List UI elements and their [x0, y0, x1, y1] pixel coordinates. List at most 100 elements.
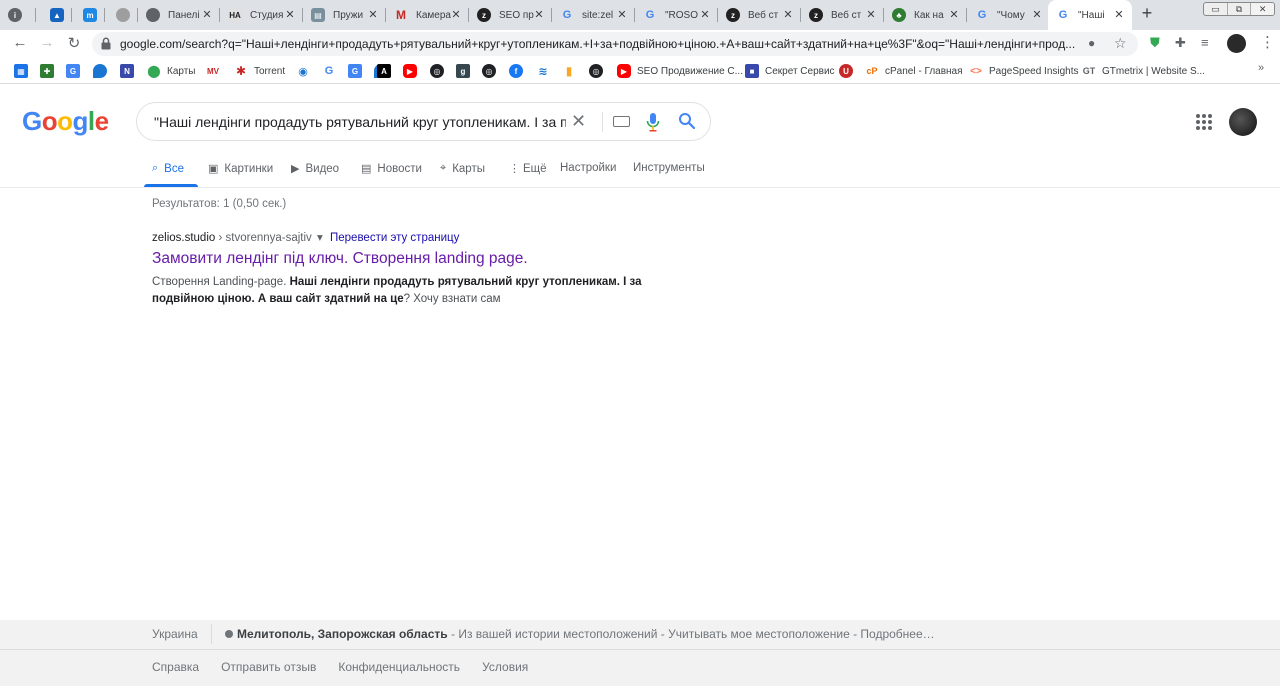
bookmark-item[interactable]: ✚: [40, 63, 54, 79]
google-apps-icon[interactable]: [1196, 114, 1212, 130]
browser-tab[interactable]: z Веб ст ✕: [718, 3, 801, 27]
bookmark-item[interactable]: MV: [206, 63, 220, 79]
close-icon[interactable]: ✕: [698, 8, 712, 21]
footer-location[interactable]: Мелитополь, Запорожская область - Из ваш…: [225, 627, 935, 641]
tab-video[interactable]: ▶ Видео: [291, 162, 339, 176]
bookmark-item[interactable]: f: [509, 63, 523, 79]
bookmark-item[interactable]: ▶: [403, 63, 417, 79]
search-icon[interactable]: [678, 112, 696, 130]
minimize-icon[interactable]: ▭: [1204, 3, 1228, 15]
close-icon[interactable]: ✕: [283, 8, 297, 21]
browser-tab[interactable]: [108, 3, 138, 27]
bookmark-torrent[interactable]: ✱ Torrent: [234, 63, 285, 79]
bookmark-item[interactable]: g: [456, 63, 470, 79]
footer-location-details[interactable]: - Из вашей истории местоположений - Учит…: [448, 627, 935, 641]
bookmark-secret-service[interactable]: ■ Секрет Сервис: [745, 63, 835, 79]
bookmark-item[interactable]: [93, 63, 107, 79]
browser-tab[interactable]: i: [0, 3, 36, 27]
puzzle-extensions-icon[interactable]: ✚: [1175, 35, 1186, 51]
close-icon[interactable]: ✕: [200, 8, 214, 21]
close-icon[interactable]: ✕: [615, 8, 629, 21]
close-icon[interactable]: ✕: [532, 8, 546, 21]
url-text[interactable]: google.com/search?q="Наші+лендінги+прода…: [120, 37, 1082, 51]
keyboard-icon[interactable]: [613, 116, 630, 127]
browser-tab[interactable]: НА Студия ✕: [220, 3, 303, 27]
shield-extension-icon[interactable]: ⛊: [1150, 35, 1160, 51]
tab-tools[interactable]: Инструменты: [633, 162, 705, 174]
restore-icon[interactable]: ⧉: [1228, 3, 1252, 15]
bookmark-item[interactable]: ▮: [562, 63, 576, 79]
close-window-icon[interactable]: ✕: [1251, 3, 1274, 15]
footer-link-privacy[interactable]: Конфиденциальность: [338, 660, 460, 674]
close-icon[interactable]: ✕: [1030, 8, 1044, 21]
close-icon[interactable]: ✕: [1112, 8, 1126, 21]
bookmark-item[interactable]: ▦: [14, 63, 28, 79]
back-button[interactable]: ←: [10, 34, 30, 51]
tab-settings[interactable]: Настройки: [560, 162, 616, 174]
bookmark-seo-youtube[interactable]: ▶ SEO Продвижение С...: [617, 63, 743, 79]
tab-maps[interactable]: ⌖ Карты: [440, 162, 485, 175]
tab-news[interactable]: ▤ Новости: [361, 162, 422, 176]
browser-tab[interactable]: m: [75, 3, 105, 27]
bookmark-item[interactable]: U: [839, 63, 853, 79]
dropdown-icon[interactable]: ▾: [317, 232, 323, 244]
footer-link-feedback[interactable]: Отправить отзыв: [221, 660, 316, 674]
more-bookmarks-icon[interactable]: »: [1258, 62, 1264, 74]
bookmark-item[interactable]: G: [66, 63, 80, 79]
address-bar[interactable]: google.com/search?q="Наші+лендінги+прода…: [92, 32, 1138, 56]
browser-tab[interactable]: ♣ Как на ✕: [884, 3, 967, 27]
close-icon[interactable]: ✕: [449, 8, 463, 21]
bookmark-item[interactable]: N: [120, 63, 134, 79]
media-queue-icon[interactable]: ≡: [1201, 35, 1209, 50]
browser-tab[interactable]: ▲: [42, 3, 72, 27]
browser-tab[interactable]: G site:zel ✕: [552, 3, 635, 27]
browser-tab[interactable]: M Камера ✕: [386, 3, 469, 27]
bookmark-pagespeed[interactable]: <> PageSpeed Insights: [969, 63, 1078, 79]
bookmark-item[interactable]: G: [322, 63, 336, 79]
bookmark-item[interactable]: A: [377, 63, 391, 79]
result-title-link[interactable]: Замовити лендінг під ключ. Створення lan…: [152, 248, 672, 270]
bookmark-item[interactable]: ◉: [296, 63, 310, 79]
a-icon: A: [377, 64, 391, 78]
reload-button[interactable]: ↻: [64, 34, 84, 52]
browser-tab[interactable]: ▤ Пружи ✕: [303, 3, 386, 27]
account-avatar[interactable]: [1229, 108, 1257, 136]
bookmark-item[interactable]: G: [348, 63, 362, 79]
browser-tab[interactable]: z SEO пр ✕: [469, 3, 552, 27]
google-logo[interactable]: Google: [22, 106, 109, 137]
microphone-icon[interactable]: [646, 112, 660, 132]
menu-icon[interactable]: ⋮: [1260, 33, 1275, 51]
browser-tab-active[interactable]: G "Наші ✕: [1048, 0, 1132, 30]
browser-tab[interactable]: Панелі ✕: [138, 3, 220, 27]
tab-all[interactable]: ⌕ Все: [152, 162, 184, 175]
search-input[interactable]: "Наші лендінги продадуть рятувальний кру…: [154, 114, 566, 130]
bookmark-maps[interactable]: ⬤ Карты: [147, 63, 195, 79]
result-domain[interactable]: zelios.studio: [152, 232, 215, 244]
clear-search-icon[interactable]: ✕: [571, 111, 586, 132]
tab-more[interactable]: ⋮ Ещё: [509, 162, 547, 176]
translate-link[interactable]: Перевести эту страницу: [330, 232, 459, 244]
forward-button[interactable]: →: [37, 34, 57, 51]
browser-tab[interactable]: G "ROSO ✕: [635, 3, 718, 27]
chart-icon: ▲: [50, 8, 64, 22]
close-icon[interactable]: ✕: [366, 8, 380, 21]
close-icon[interactable]: ✕: [864, 8, 878, 21]
tab-images[interactable]: ▣ Картинки: [208, 162, 273, 176]
profile-avatar[interactable]: [1227, 34, 1246, 53]
browser-tab[interactable]: G "Чому ✕: [967, 3, 1050, 27]
close-icon[interactable]: ✕: [781, 8, 795, 21]
close-icon[interactable]: ✕: [947, 8, 961, 21]
footer-link-terms[interactable]: Условия: [482, 660, 528, 674]
footer-link-help[interactable]: Справка: [152, 660, 199, 674]
bookmark-cpanel[interactable]: cP cPanel - Главная: [865, 63, 962, 79]
bookmark-star-icon[interactable]: ☆: [1114, 35, 1127, 52]
search-box[interactable]: "Наші лендінги продадуть рятувальний кру…: [136, 102, 711, 141]
new-tab-button[interactable]: +: [1138, 3, 1156, 24]
location-icon[interactable]: ●: [1088, 36, 1095, 50]
bookmark-item[interactable]: ≋: [536, 63, 550, 79]
bookmark-item[interactable]: ◎: [482, 63, 496, 79]
bookmark-gtmetrix[interactable]: GT GTmetrix | Website S...: [1082, 63, 1205, 79]
browser-tab[interactable]: z Веб ст ✕: [801, 3, 884, 27]
bookmark-item[interactable]: ◎: [589, 63, 603, 79]
bookmark-item[interactable]: ◎: [430, 63, 444, 79]
